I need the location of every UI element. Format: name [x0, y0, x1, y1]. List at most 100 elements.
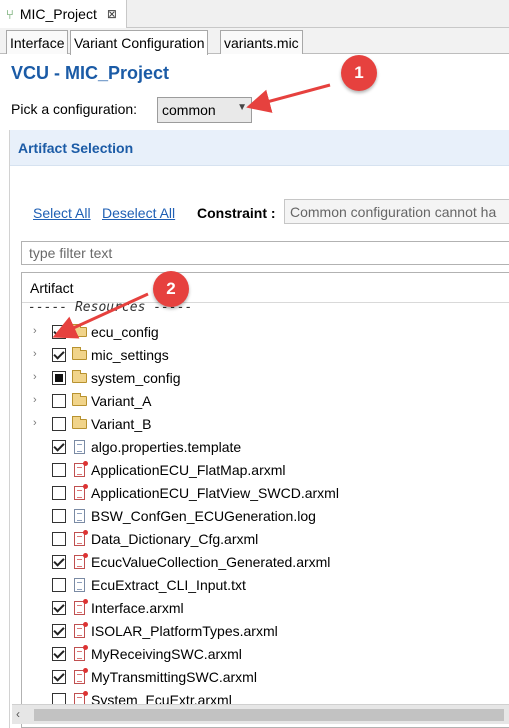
row-label: EcucValueCollection_Generated.arxml — [91, 554, 331, 570]
chevron-right-icon[interactable]: › — [33, 325, 37, 337]
chevron-right-icon[interactable]: › — [33, 348, 37, 360]
tree-row[interactable]: › system_config — [22, 367, 509, 390]
configuration-select[interactable]: common ▼ — [157, 97, 252, 123]
tree-row[interactable]: MyReceivingSWC.arxml — [22, 643, 509, 666]
project-icon: ⑂ — [6, 6, 14, 22]
row-label: Variant_A — [91, 393, 152, 409]
tab-label: Interface — [10, 34, 65, 51]
arxml-icon — [74, 599, 88, 615]
tab-label: variants.mic — [224, 34, 299, 51]
arxml-icon — [74, 553, 88, 569]
folder-icon — [72, 393, 87, 406]
horizontal-scrollbar[interactable]: ‹ — [12, 704, 509, 724]
row-checkbox[interactable] — [52, 555, 66, 569]
tree-row[interactable]: Data_Dictionary_Cfg.arxml — [22, 528, 509, 551]
scroll-left-icon[interactable]: ‹ — [16, 707, 20, 721]
arxml-icon — [74, 530, 88, 546]
document-icon — [74, 578, 85, 592]
tree-row[interactable]: › Variant_A — [22, 390, 509, 413]
page-tab-bar: Interface Variant Configuration variants… — [0, 28, 509, 55]
tree-row[interactable]: EcuExtract_CLI_Input.txt — [22, 574, 509, 597]
filter-placeholder: type filter text — [29, 245, 113, 261]
filter-input[interactable]: type filter text — [21, 241, 509, 265]
arxml-icon — [74, 668, 88, 684]
arxml-icon — [74, 622, 88, 638]
row-label: algo.properties.template — [91, 439, 242, 455]
row-checkbox[interactable] — [52, 440, 66, 454]
document-icon — [74, 440, 85, 454]
tab-interface[interactable]: Interface — [6, 30, 69, 54]
row-checkbox[interactable] — [52, 578, 66, 592]
arxml-icon — [74, 645, 88, 661]
column-header-label: Artifact — [30, 279, 74, 296]
tree-row[interactable]: ApplicationECU_FlatMap.arxml — [22, 459, 509, 482]
row-checkbox[interactable] — [52, 509, 66, 523]
tree-row[interactable]: ApplicationECU_FlatView_SWCD.arxml — [22, 482, 509, 505]
tree-column-header[interactable]: Artifact — [22, 273, 509, 303]
arxml-icon — [74, 484, 88, 500]
row-label: system_config — [91, 370, 181, 386]
row-label: ecu_config — [91, 324, 159, 340]
folder-icon — [72, 370, 87, 383]
row-checkbox[interactable] — [52, 325, 66, 339]
tree-row[interactable]: Interface.arxml — [22, 597, 509, 620]
row-label: mic_settings — [91, 347, 169, 363]
row-label: ApplicationECU_FlatView_SWCD.arxml — [91, 485, 339, 501]
tree-row[interactable]: ISOLAR_PlatformTypes.arxml — [22, 620, 509, 643]
callout-1: 1 — [341, 55, 377, 91]
folder-icon — [72, 416, 87, 429]
tree-row[interactable]: algo.properties.template — [22, 436, 509, 459]
row-checkbox[interactable] — [52, 601, 66, 615]
chevron-right-icon[interactable]: › — [33, 394, 37, 406]
row-checkbox[interactable] — [52, 394, 66, 408]
close-icon[interactable]: ⊠ — [107, 7, 117, 21]
row-label: MyReceivingSWC.arxml — [91, 646, 242, 662]
editor-tab-label: MIC_Project — [19, 6, 97, 22]
artifact-tree[interactable]: Artifact ----- Resources ----- › ecu_conf… — [21, 272, 509, 728]
row-label: EcuExtract_CLI_Input.txt — [91, 577, 246, 593]
tree-row[interactable]: EcucValueCollection_Generated.arxml — [22, 551, 509, 574]
tree-row[interactable]: › Variant_B — [22, 413, 509, 436]
select-all-link[interactable]: Select All — [33, 205, 91, 221]
constraint-field[interactable]: Common configuration cannot ha — [284, 199, 509, 224]
folder-icon — [72, 324, 87, 337]
row-checkbox[interactable] — [52, 670, 66, 684]
tree-row[interactable]: › mic_settings — [22, 344, 509, 367]
scrollbar-thumb[interactable] — [34, 709, 504, 721]
editor-tab-mic-project[interactable]: ⑂ MIC_Project ⊠ — [0, 0, 127, 28]
row-checkbox[interactable] — [52, 647, 66, 661]
tree-row[interactable]: BSW_ConfGen_ECUGeneration.log — [22, 505, 509, 528]
row-label: BSW_ConfGen_ECUGeneration.log — [91, 508, 316, 524]
deselect-all-link[interactable]: Deselect All — [102, 205, 175, 221]
tree-row[interactable]: › ecu_config — [22, 321, 509, 344]
chevron-right-icon[interactable]: › — [33, 417, 37, 429]
row-label: Variant_B — [91, 416, 152, 432]
constraint-value: Common configuration cannot ha — [290, 203, 497, 220]
tree-row[interactable]: MyTransmittingSWC.arxml — [22, 666, 509, 689]
row-checkbox[interactable] — [52, 463, 66, 477]
editor-tab-bar: ⑂ MIC_Project ⊠ — [0, 0, 509, 28]
row-label: Interface.arxml — [91, 600, 184, 616]
chevron-right-icon[interactable]: › — [33, 371, 37, 383]
chevron-down-icon: ▼ — [237, 102, 247, 113]
section-header[interactable]: Artifact Selection — [10, 130, 509, 166]
row-label: Data_Dictionary_Cfg.arxml — [91, 531, 259, 547]
folder-icon — [72, 347, 87, 360]
configuration-value: common — [162, 102, 216, 118]
tab-label: Variant Configuration — [74, 35, 205, 51]
artifact-selection-section: Artifact Selection Select All Deselect A… — [9, 130, 509, 728]
tab-variant-configuration[interactable]: Variant Configuration — [70, 30, 209, 55]
config-label: Pick a configuration: — [11, 101, 138, 117]
row-checkbox[interactable] — [52, 624, 66, 638]
row-checkbox[interactable] — [52, 417, 66, 431]
row-checkbox[interactable] — [52, 348, 66, 362]
row-checkbox[interactable] — [52, 486, 66, 500]
page-title: VCU - MIC_Project — [11, 63, 170, 83]
row-checkbox[interactable] — [52, 371, 66, 385]
row-label: MyTransmittingSWC.arxml — [91, 669, 257, 685]
row-label: ApplicationECU_FlatMap.arxml — [91, 462, 286, 478]
arxml-icon — [74, 461, 88, 477]
row-checkbox[interactable] — [52, 532, 66, 546]
tab-variants-mic[interactable]: variants.mic — [220, 30, 303, 54]
callout-2: 2 — [153, 271, 189, 307]
